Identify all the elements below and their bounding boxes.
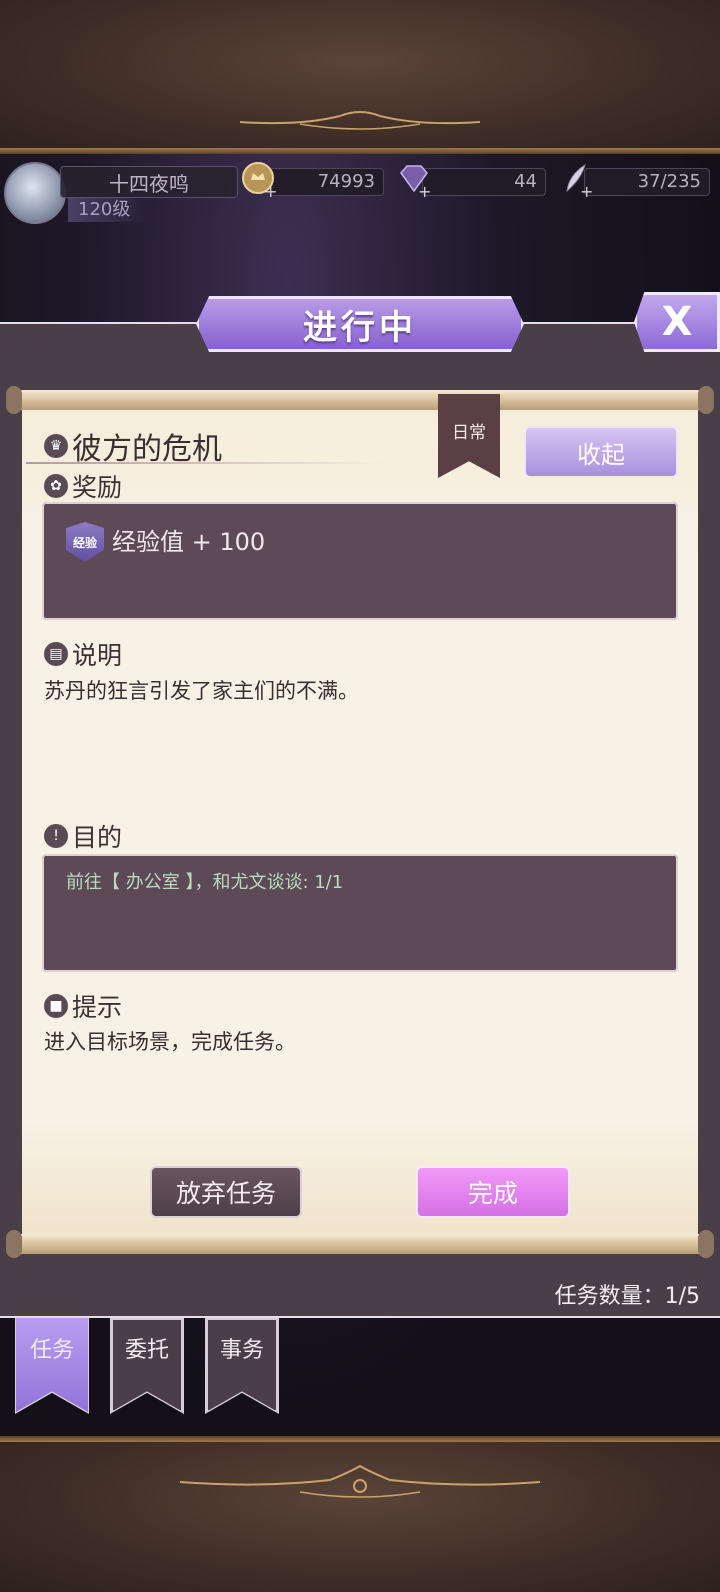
add-gold-icon[interactable]: + <box>264 182 277 201</box>
complete-quest-button[interactable]: 完成 <box>416 1166 570 1218</box>
scroll-rod-end <box>6 1230 22 1258</box>
frame-ornament-icon <box>180 1464 540 1498</box>
title-divider <box>26 462 386 464</box>
gold-counter: 74993 <box>270 168 384 196</box>
panel-title: 进行中 <box>196 296 524 352</box>
book-icon: ▤ <box>44 642 68 666</box>
gem-counter: 44 <box>422 168 546 196</box>
add-gem-icon[interactable]: + <box>418 182 431 201</box>
hint-icon: ■ <box>44 994 68 1018</box>
stamina-counter: 37/235 <box>584 168 710 196</box>
hint-text: 进入目标场景，完成任务。 <box>44 1030 296 1054</box>
collapse-button[interactable]: 收起 <box>524 426 678 478</box>
task-count: 任务数量：1/5 <box>554 1284 700 1309</box>
scroll-rod-end <box>6 386 22 414</box>
scroll-rod-end <box>698 1230 714 1258</box>
description-heading: ▤ 说明 <box>44 636 122 672</box>
goal-text: 前往【 办公室 】，和尤文谈谈: 1/1 <box>66 872 344 893</box>
scroll-rod-end <box>698 386 714 414</box>
player-avatar[interactable] <box>4 162 66 224</box>
frame-ornament-icon <box>240 111 480 130</box>
hint-heading: ■ 提示 <box>44 988 122 1024</box>
player-name: 十四夜鸣 <box>60 166 238 198</box>
description-text: 苏丹的狂言引发了家主们的不满。 <box>44 679 359 703</box>
reward-heading-text: 奖励 <box>72 473 123 502</box>
scroll-rod-bottom <box>10 1234 710 1254</box>
description-heading-text: 说明 <box>72 641 123 670</box>
bottom-frame <box>0 1436 720 1592</box>
close-button[interactable]: X <box>634 292 720 352</box>
hint-heading-text: 提示 <box>72 993 123 1022</box>
frame-line <box>0 1436 720 1442</box>
exclamation-icon: ! <box>44 824 68 848</box>
add-stamina-icon[interactable]: + <box>580 182 593 201</box>
goal-heading: ! 目的 <box>44 818 122 854</box>
scroll-rod-top <box>10 390 710 410</box>
reward-box: 经验 经验值 + 100 <box>42 502 678 620</box>
crown-icon: ♛ <box>44 434 68 458</box>
top-frame <box>0 0 720 154</box>
reward-icon: ✿ <box>44 474 68 498</box>
reward-text: 经验值 + 100 <box>112 528 266 556</box>
exp-badge-icon: 经验 <box>66 522 104 562</box>
player-level: 120级 <box>68 198 148 222</box>
goal-heading-text: 目的 <box>72 823 123 852</box>
reward-heading: ✿ 奖励 <box>44 468 122 504</box>
abandon-quest-button[interactable]: 放弃任务 <box>150 1166 302 1218</box>
goal-box: 前往【 办公室 】，和尤文谈谈: 1/1 <box>42 854 678 972</box>
